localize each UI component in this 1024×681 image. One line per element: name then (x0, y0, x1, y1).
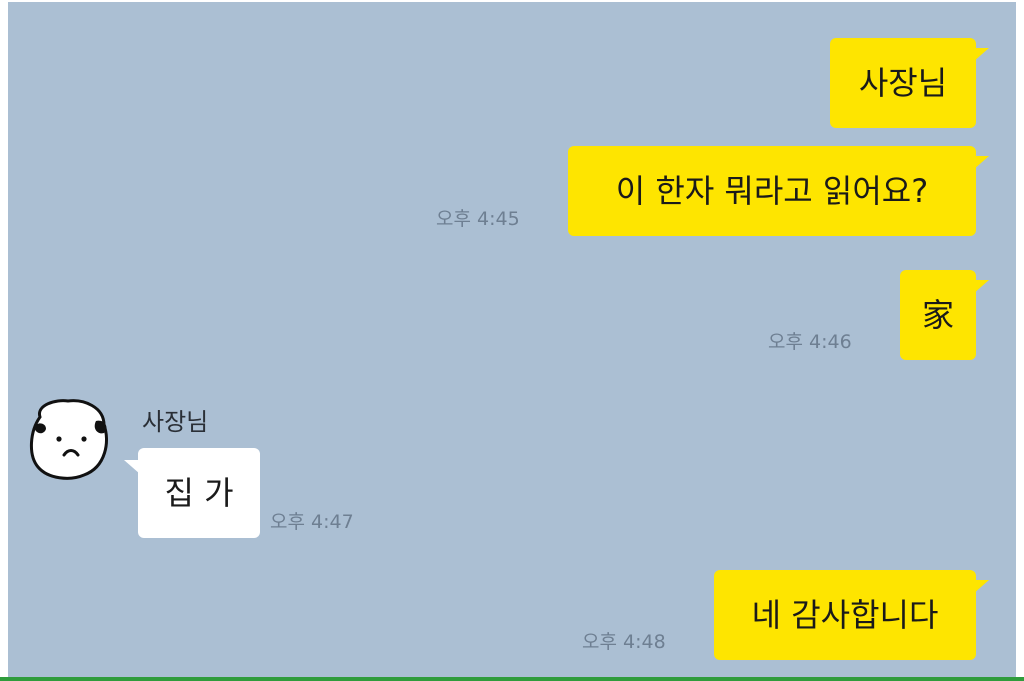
message-text: 네 감사합니다 (751, 596, 939, 634)
outgoing-message-bubble[interactable]: 이 한자 뭐라고 읽어요? (568, 146, 989, 236)
outgoing-message-bubble[interactable]: 사장님 (830, 38, 989, 128)
outgoing-message-bubble[interactable]: 家 (900, 270, 989, 360)
bottom-divider (0, 677, 1024, 681)
message-time: 오후 4:47 (270, 511, 354, 533)
incoming-message-bubble[interactable]: 집 가 (124, 448, 260, 538)
message-time: 오후 4:45 (436, 208, 520, 230)
chat-area: 사장님 오후 4:45 이 한자 뭐라고 읽어요? 오후 4:46 家 사장님 … (8, 2, 1016, 678)
message-text: 사장님 (858, 64, 948, 102)
message-time: 오후 4:46 (768, 331, 852, 353)
message-text: 家 (921, 296, 954, 334)
blob-face-avatar-icon[interactable] (26, 397, 110, 481)
sender-name: 사장님 (142, 408, 209, 436)
outgoing-message-bubble[interactable]: 네 감사합니다 (714, 570, 989, 660)
message-time: 오후 4:48 (582, 631, 666, 653)
message-text: 집 가 (164, 474, 234, 512)
message-text: 이 한자 뭐라고 읽어요? (615, 172, 929, 210)
